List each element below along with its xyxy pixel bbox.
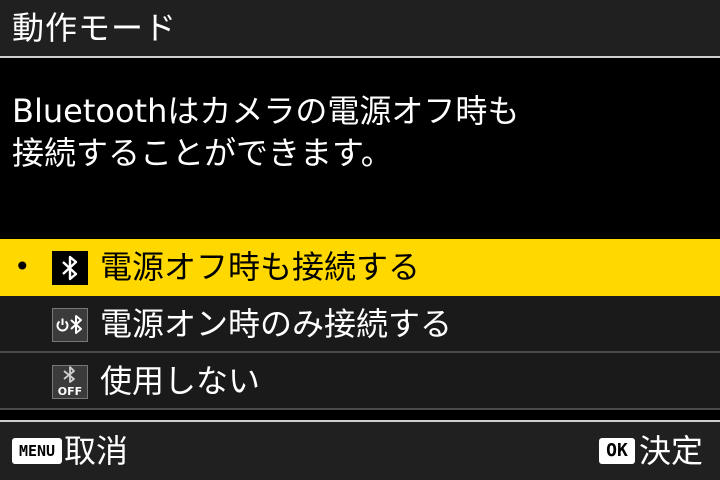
bluetooth-off-icon: OFF [52,365,88,399]
off-text: OFF [58,385,82,398]
description-line-1: Bluetoothはカメラの電源オフ時も [12,92,520,130]
ok-key-badge[interactable]: OK [599,438,635,464]
menu-key-badge[interactable]: MENU [12,438,62,464]
selected-bullet: • [14,250,31,283]
option-label: 電源オフ時も接続する [100,248,421,286]
title-bar: 動作モード [0,0,720,58]
option-disabled[interactable]: OFF 使用しない [0,353,720,410]
page-title: 動作モード [12,9,178,47]
option-label: 電源オン時のみ接続する [100,305,453,343]
option-list: • 電源オフ時も接続する 電源オン時のみ接続する OFF 使用しない [0,239,720,410]
confirm-label[interactable]: 決定 [639,431,703,471]
power-bluetooth-icon [52,308,88,342]
option-power-on-only[interactable]: 電源オン時のみ接続する [0,296,720,353]
cancel-label[interactable]: 取消 [64,431,128,471]
option-label: 使用しない [100,362,261,400]
description-line-2: 接続することができます。 [12,134,393,172]
bluetooth-icon [52,251,88,285]
option-power-off-connect[interactable]: • 電源オフ時も接続する [0,239,720,296]
footer-bar: MENU 取消 OK 決定 [0,420,720,480]
description: Bluetoothはカメラの電源オフ時も 接続することができます。 [12,90,712,174]
